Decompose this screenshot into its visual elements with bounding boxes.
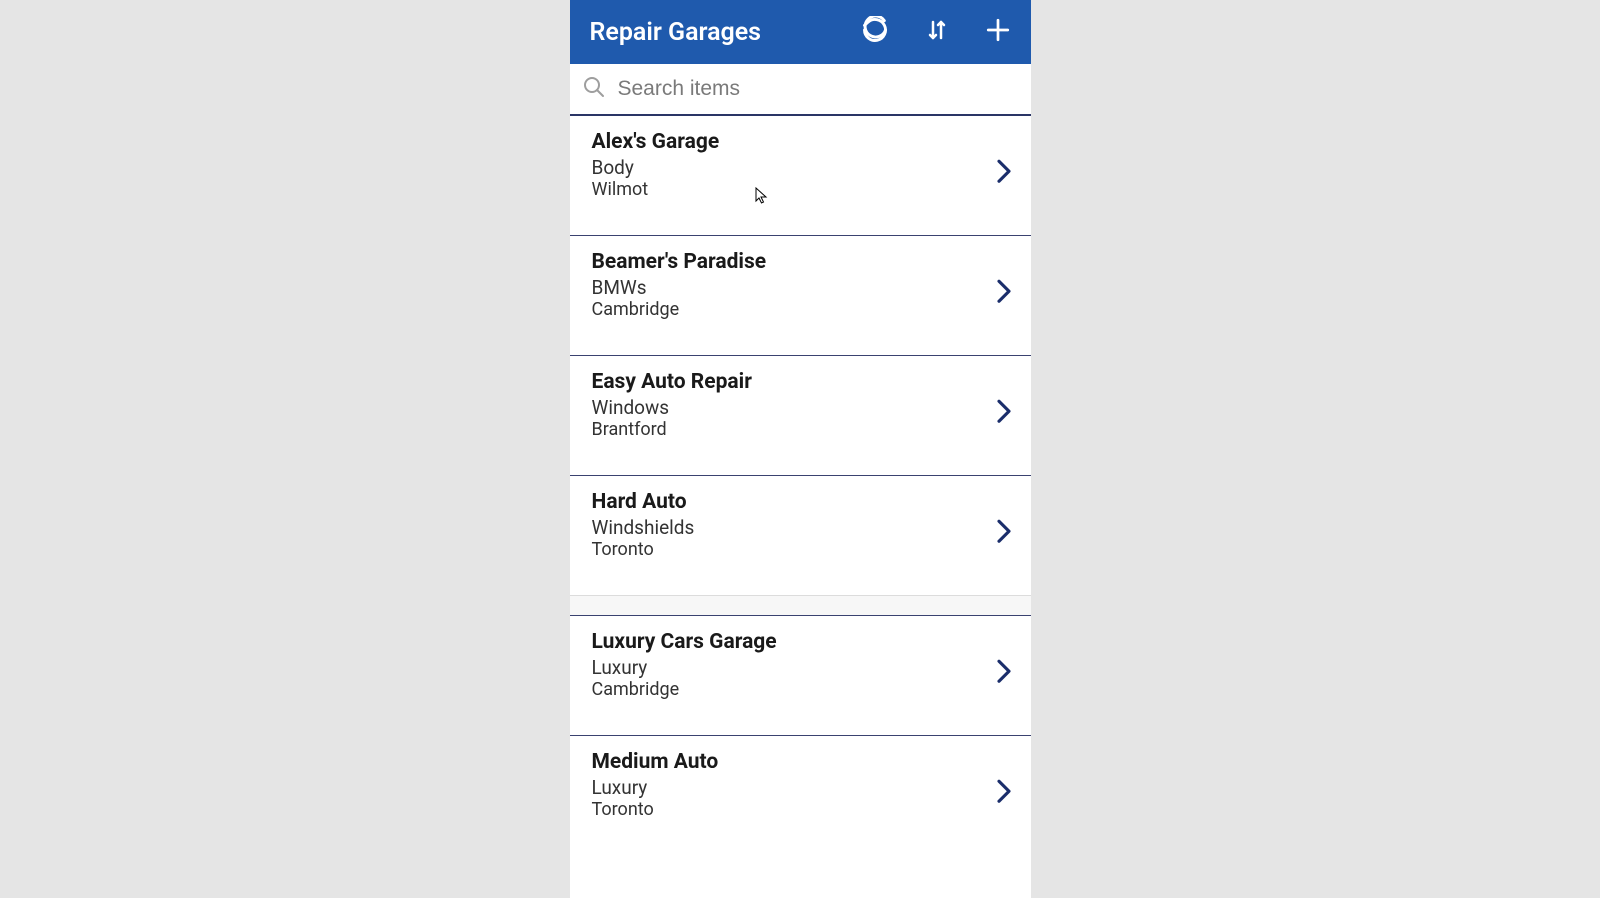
add-button[interactable] (985, 17, 1011, 47)
sort-icon (925, 16, 949, 48)
item-title: Luxury Cars Garage (592, 630, 1011, 654)
item-subtitle: Windows (592, 396, 1011, 419)
item-subtitle: Windshields (592, 516, 1011, 539)
chevron-right-icon (995, 516, 1013, 550)
list-item[interactable]: Easy Auto Repair Windows Brantford (570, 356, 1031, 476)
chevron-right-icon (995, 276, 1013, 310)
item-location: Toronto (592, 799, 1011, 820)
search-bar (570, 64, 1031, 116)
item-location: Cambridge (592, 679, 1011, 700)
app-header: Repair Garages (570, 0, 1031, 64)
page-title: Repair Garages (590, 18, 861, 47)
list-item[interactable]: Medium Auto Luxury Toronto (570, 736, 1031, 856)
sort-button[interactable] (925, 16, 949, 48)
item-location: Cambridge (592, 299, 1011, 320)
list-item[interactable]: Luxury Cars Garage Luxury Cambridge (570, 616, 1031, 736)
app-container: Repair Garages (570, 0, 1031, 898)
header-actions (861, 16, 1011, 48)
chevron-right-icon (995, 156, 1013, 190)
list-item[interactable]: Hard Auto Windshields Toronto (570, 476, 1031, 596)
garage-list[interactable]: Alex's Garage Body Wilmot Beamer's Parad… (570, 116, 1031, 898)
list-item[interactable]: Alex's Garage Body Wilmot (570, 116, 1031, 236)
item-subtitle: BMWs (592, 276, 1011, 299)
item-location: Wilmot (592, 179, 1011, 200)
item-location: Toronto (592, 539, 1011, 560)
list-item[interactable]: Beamer's Paradise BMWs Cambridge (570, 236, 1031, 356)
item-title: Hard Auto (592, 490, 1011, 514)
search-icon (582, 75, 606, 103)
item-title: Beamer's Paradise (592, 250, 1011, 274)
plus-icon (985, 17, 1011, 47)
item-title: Medium Auto (592, 750, 1011, 774)
item-subtitle: Body (592, 156, 1011, 179)
item-title: Alex's Garage (592, 130, 1011, 154)
item-title: Easy Auto Repair (592, 370, 1011, 394)
search-input[interactable] (618, 77, 1019, 101)
refresh-button[interactable] (861, 16, 889, 48)
chevron-right-icon (995, 396, 1013, 430)
item-subtitle: Luxury (592, 776, 1011, 799)
item-subtitle: Luxury (592, 656, 1011, 679)
section-divider (570, 596, 1031, 616)
refresh-icon (861, 16, 889, 48)
item-location: Brantford (592, 419, 1011, 440)
chevron-right-icon (995, 776, 1013, 810)
chevron-right-icon (995, 656, 1013, 690)
